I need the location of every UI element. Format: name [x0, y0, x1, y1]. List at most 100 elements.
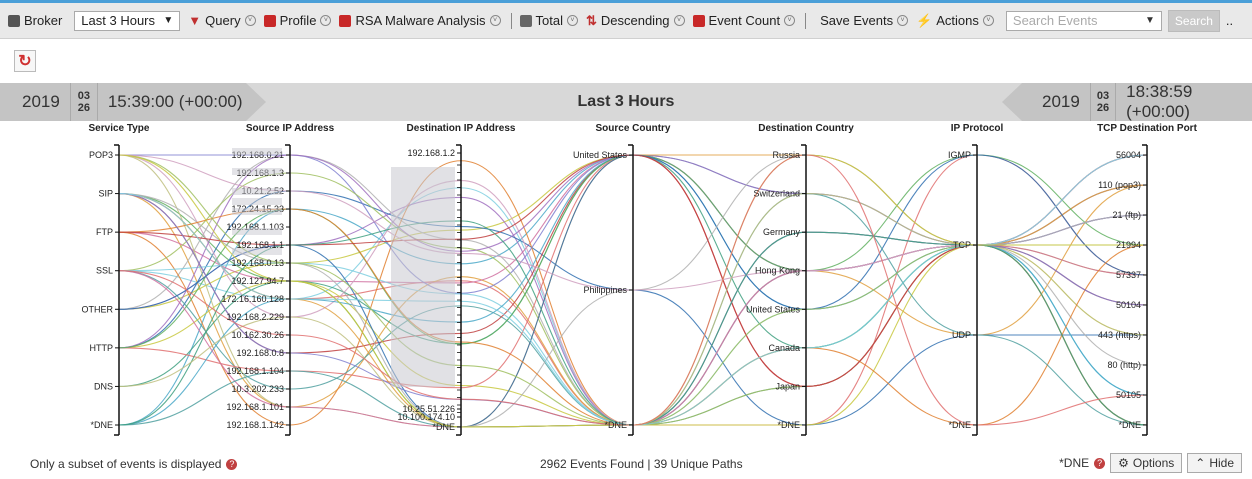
start-time-panel[interactable]: 2019 03 26 15:39:00 (+00:00): [0, 83, 266, 121]
axis-tick-label[interactable]: 192.168.2.229: [226, 312, 284, 322]
axis-tick-label[interactable]: POP3: [89, 150, 113, 160]
axis-tick-label[interactable]: 56004: [1116, 150, 1141, 160]
search-placeholder: Search Events: [1012, 13, 1098, 28]
save-events-menu[interactable]: Save Events ˅: [820, 13, 909, 28]
axis-tick-label[interactable]: 172.16.160.128: [221, 294, 284, 304]
axis-tick-label[interactable]: SIP: [98, 189, 113, 199]
axis-tick-label[interactable]: 192.127.94.7: [231, 276, 284, 286]
options-label: Options: [1132, 456, 1175, 470]
axis-tick-label[interactable]: 192.168.1.104: [226, 366, 284, 376]
total-menu[interactable]: Total ˅: [519, 13, 578, 28]
subset-note: Only a subset of events is displayed ?: [30, 457, 238, 471]
axis-tick-label[interactable]: TCP: [953, 240, 971, 250]
axis-tick-label[interactable]: 10.162.30.26: [231, 330, 284, 340]
axis-tick-label[interactable]: OTHER: [82, 304, 114, 314]
time-range-select[interactable]: Last 3 Hours ▼: [74, 10, 181, 31]
axis-tick-label[interactable]: *DNE: [90, 420, 113, 430]
hide-button[interactable]: ⌃ Hide: [1187, 453, 1242, 473]
toolbar: Broker Last 3 Hours ▼ ▼ Query ˅ Profile …: [0, 3, 1252, 39]
axis-title[interactable]: Source IP Address: [246, 123, 335, 134]
blurred-label: [232, 198, 282, 205]
blurred-label: [232, 168, 282, 175]
dne-label: *DNE: [1059, 456, 1090, 470]
axis-tick-label[interactable]: 192.168.0.8: [236, 348, 284, 358]
broker-label: Broker: [24, 13, 63, 28]
axis-tick-label[interactable]: Philippines: [583, 285, 627, 295]
query-menu[interactable]: ▼ Query ˅: [188, 13, 256, 28]
axis-tick-label[interactable]: Hong Kong: [755, 266, 800, 276]
axis-tick-label[interactable]: Germany: [763, 227, 801, 237]
axis-tick-label[interactable]: 21 (ftp): [1112, 210, 1141, 220]
axis-title[interactable]: Source Country: [595, 123, 670, 134]
actions-menu[interactable]: ⚡ Actions ˅: [916, 13, 994, 29]
axis-tick-label[interactable]: *DNE: [777, 420, 800, 430]
axis-tick-label[interactable]: 10.3.202.233: [231, 384, 284, 394]
help-icon[interactable]: ?: [226, 458, 238, 470]
search-input[interactable]: Search Events ▼: [1005, 10, 1162, 31]
axis-tick-label[interactable]: 21994: [1116, 240, 1141, 250]
blurred-label: [232, 248, 282, 255]
subset-note-text: Only a subset of events is displayed: [30, 457, 222, 471]
axis-tick-label[interactable]: 80 (http): [1107, 360, 1141, 370]
axis-tick-label[interactable]: 192.168.1.142: [226, 420, 284, 430]
axis-tick-label[interactable]: 50105: [1116, 390, 1141, 400]
filter-icon: ▼: [188, 13, 202, 28]
axis-tick-label[interactable]: 110 (pop3): [1098, 180, 1141, 190]
event-count-label: Event Count: [708, 13, 781, 28]
axis-tick-label[interactable]: UDP: [952, 330, 971, 340]
axis-tick-label[interactable]: 192.168.0.13: [231, 258, 284, 268]
axis-tick-label[interactable]: *DNE: [604, 420, 627, 430]
axis-tick-label[interactable]: *DNE: [1118, 420, 1141, 430]
chevron-down-icon: ˅: [897, 15, 909, 26]
axis-tick-label[interactable]: Switzerland: [753, 189, 800, 199]
end-month: 03: [1096, 90, 1110, 102]
chevron-down-icon: ˅: [784, 15, 796, 26]
axis-tick-label[interactable]: IGMP: [948, 150, 971, 160]
time-range-bar: Last 3 Hours 2019 03 26 15:39:00 (+00:00…: [0, 83, 1252, 121]
axis-title[interactable]: Destination Country: [758, 123, 854, 134]
axis-tick-label[interactable]: 443 (https): [1098, 330, 1141, 340]
refresh-icon: ↻: [18, 53, 32, 70]
analysis-icon: [339, 14, 352, 27]
axis-tick-label[interactable]: 192.168.1.101: [226, 402, 284, 412]
end-time-panel[interactable]: 2019 03 26 18:38:59 (+00:00): [1002, 83, 1252, 121]
time-range-value: Last 3 Hours: [81, 13, 155, 28]
axis-tick-label[interactable]: Japan: [775, 381, 800, 391]
search-button[interactable]: Search: [1167, 9, 1220, 32]
axis-tick-label[interactable]: FTP: [96, 227, 113, 237]
axis-tick-label[interactable]: DNS: [94, 381, 113, 391]
axis-tick-label[interactable]: 10.100.174.10: [397, 412, 455, 422]
analysis-label: RSA Malware Analysis: [355, 13, 486, 28]
axis-tick-label[interactable]: United States: [573, 150, 628, 160]
axis-tick-label[interactable]: Canada: [768, 343, 800, 353]
profile-menu[interactable]: Profile ˅: [263, 13, 332, 28]
parallel-coordinates-chart[interactable]: Service Type POP3 SIP FTP SSL OTHER HTTP DNS *DN…: [0, 121, 1252, 451]
axis-tick-label[interactable]: 50104: [1116, 300, 1141, 310]
axis-title[interactable]: TCP Destination Port: [1097, 123, 1197, 134]
hide-label: Hide: [1209, 456, 1234, 470]
refresh-button[interactable]: ↻: [14, 50, 36, 72]
axis-tick-label[interactable]: 57337: [1116, 270, 1141, 280]
axis-tick-label[interactable]: 192.168.1.2: [407, 148, 455, 158]
broker-icon: [8, 14, 20, 27]
axis-tick-label[interactable]: *DNE: [948, 420, 971, 430]
broker-menu[interactable]: Broker: [8, 13, 62, 28]
help-icon[interactable]: ?: [1094, 457, 1106, 469]
chevron-down-icon: ˅: [320, 15, 332, 26]
axis-tick-label[interactable]: SSL: [96, 266, 113, 276]
event-count-menu[interactable]: Event Count ˅: [692, 13, 796, 28]
axis-tick-label[interactable]: HTTP: [90, 343, 114, 353]
more-menu[interactable]: ..: [1226, 13, 1233, 28]
chevron-down-icon: ▼: [163, 15, 174, 26]
sort-order-menu[interactable]: ⇅ Descending ˅: [586, 13, 685, 29]
options-button[interactable]: ⚙ Options: [1110, 453, 1183, 473]
axis-tick-label[interactable]: Russia: [772, 150, 800, 160]
axis: Source IP Address192.168.0.21192.168.1.3…: [221, 123, 335, 436]
axis-title[interactable]: Service Type: [89, 123, 150, 134]
analysis-menu[interactable]: RSA Malware Analysis ˅: [339, 13, 501, 28]
axis-tick-label[interactable]: United States: [746, 304, 801, 314]
axis-title[interactable]: Destination IP Address: [407, 123, 516, 134]
axis-title[interactable]: IP Protocol: [951, 123, 1004, 134]
total-icon: [519, 14, 532, 27]
axis-tick-label[interactable]: *DNE: [432, 422, 455, 432]
